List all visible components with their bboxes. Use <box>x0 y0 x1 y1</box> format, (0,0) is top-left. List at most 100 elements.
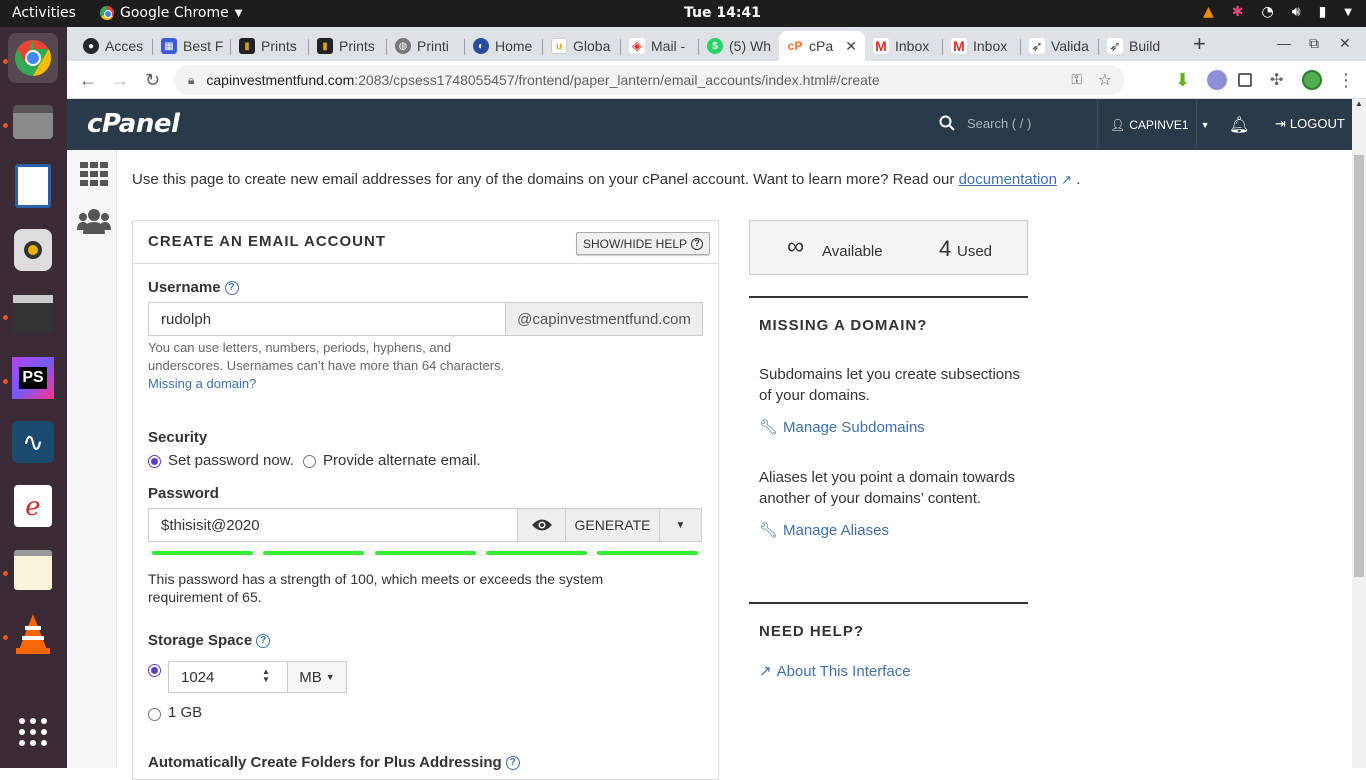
generate-options-button[interactable]: ▼ <box>659 508 702 542</box>
alternate-email-label[interactable]: Provide alternate email. <box>323 452 481 469</box>
storage-input[interactable]: 1024 <box>168 661 288 693</box>
battery-icon[interactable]: ▮ <box>1319 4 1327 20</box>
notepad-icon <box>14 550 52 590</box>
users-icon[interactable] <box>77 208 111 234</box>
dock-video-editor[interactable] <box>8 289 58 339</box>
tab[interactable]: $ (5) Wh <box>699 31 777 61</box>
slack-tray-icon[interactable]: ✱ <box>1232 4 1244 20</box>
stepper-icon[interactable]: ▲ ▼ <box>262 668 270 684</box>
cpanel-search[interactable]: Search ( / ) <box>939 115 1031 131</box>
storage-custom-radio[interactable] <box>148 664 161 677</box>
dolphin-icon: ∿ <box>12 421 54 463</box>
forward-icon[interactable]: → <box>111 70 129 91</box>
external-link-icon[interactable]: ↗ <box>1061 172 1072 187</box>
manage-aliases-link[interactable]: 🔧︎ Manage Aliases <box>759 521 889 540</box>
key-icon[interactable]: ⚿ <box>1071 71 1082 88</box>
tab[interactable]: ▦ Best F <box>153 31 231 61</box>
dock-vlc[interactable] <box>8 609 58 659</box>
user-menu[interactable]: 👤︎ CAPINVE1 ▼ <box>1097 99 1210 150</box>
show-apps-button[interactable] <box>8 707 58 757</box>
dock: PS ∿ ℯ <box>0 27 67 768</box>
tab[interactable]: u Globa <box>543 31 621 61</box>
volume-icon[interactable]: 🔊︎ <box>1292 4 1301 20</box>
vlc-tray-icon[interactable]: ▲ <box>1203 4 1214 20</box>
caret-down-icon: ▼ <box>1200 119 1210 130</box>
tab[interactable]: ◈ Mail - <box>621 31 699 61</box>
new-tab-button[interactable]: + <box>1193 31 1206 57</box>
menu-icon[interactable]: ⋮ <box>1337 70 1355 91</box>
tab[interactable]: ● Acces <box>75 31 153 61</box>
toggle-visibility-button[interactable] <box>517 508 566 542</box>
app-menu[interactable]: Google Chrome ▼ <box>100 5 242 21</box>
activities-button[interactable]: Activities <box>12 5 76 21</box>
set-password-radio[interactable] <box>148 455 161 468</box>
maximize-button[interactable]: ⧉ <box>1309 35 1319 52</box>
about-interface-link[interactable]: ↗ About This Interface <box>759 662 911 681</box>
dock-chrome[interactable] <box>8 33 58 83</box>
manage-subdomains-link[interactable]: 🔧︎ Manage Subdomains <box>759 418 925 437</box>
download-extension-icon[interactable]: ⬇ <box>1175 70 1195 90</box>
tab[interactable]: ▮ Prints <box>309 31 387 61</box>
dock-document-viewer[interactable]: ℯ <box>8 481 58 531</box>
cpanel-logo[interactable]: cPanel <box>87 109 180 139</box>
eye-icon <box>531 519 552 531</box>
tab-active[interactable]: cP cPa ✕ <box>779 31 865 61</box>
set-password-label[interactable]: Set password now. <box>168 452 294 469</box>
storage-1gb-radio[interactable] <box>148 708 161 721</box>
avatar[interactable] <box>1302 70 1322 90</box>
tab[interactable]: M Inbox <box>943 31 1021 61</box>
missing-domain-link[interactable]: Missing a domain? <box>148 375 256 393</box>
scrollbar-thumb[interactable] <box>1354 155 1364 577</box>
reader-icon[interactable] <box>1238 73 1252 87</box>
chevron-down-icon: ▼ <box>234 7 243 19</box>
printshop-icon: ▮ <box>239 38 255 54</box>
alternate-email-radio[interactable] <box>303 455 316 468</box>
tab[interactable]: ◍ Printi <box>387 31 465 61</box>
chevron-down-icon[interactable]: ▼ <box>1344 7 1352 18</box>
page-scrollbar[interactable]: ▲ <box>1352 99 1366 768</box>
clock[interactable]: Tue 14:41 <box>684 5 761 21</box>
dock-text-editor[interactable] <box>8 545 58 595</box>
caret-down-icon: ▼ <box>675 519 686 531</box>
wifi-icon[interactable]: ◔ <box>1262 4 1274 20</box>
minimize-button[interactable]: — <box>1277 35 1291 51</box>
logout-button[interactable]: ⇥ LOGOUT <box>1275 116 1345 132</box>
dock-writer[interactable] <box>8 161 58 211</box>
star-icon[interactable]: ☆ <box>1098 70 1112 90</box>
tab[interactable]: M Inbox <box>865 31 943 61</box>
back-icon[interactable]: ← <box>79 70 97 91</box>
dock-mysql-workbench[interactable]: ∿ <box>8 417 58 467</box>
address-bar[interactable]: 🔒︎ capinvestmentfund.com:2083/cpsess1748… <box>174 65 1124 95</box>
storage-unit-select[interactable]: MB ▼ <box>287 661 347 693</box>
documentation-link[interactable]: documentation <box>959 171 1057 188</box>
show-hide-help-button[interactable]: SHOW/HIDE HELP ? <box>576 232 711 255</box>
puzzle-icon[interactable]: ✣ <box>1270 70 1283 90</box>
scroll-up-icon[interactable]: ▲ <box>1355 99 1363 108</box>
bell-icon[interactable]: 🔔︎ <box>1229 115 1249 135</box>
reload-icon[interactable]: ↻ <box>145 70 160 91</box>
extension-icon[interactable] <box>1207 70 1227 90</box>
intro-text: Use this page to create new email addres… <box>132 171 1081 188</box>
tab[interactable]: ➶ Valida <box>1021 31 1099 61</box>
grid-icon[interactable] <box>80 162 108 186</box>
generate-button[interactable]: GENERATE <box>565 508 660 542</box>
password-input[interactable]: $thisisit@2020 <box>148 508 518 542</box>
printshop-icon: ▮ <box>317 38 333 54</box>
window-close-button[interactable]: ✕ <box>1339 35 1351 52</box>
username-input[interactable]: rudolph <box>148 302 506 336</box>
system-tray[interactable]: ▲ ✱ ◔ 🔊︎ ▮ ▼ <box>1203 4 1352 20</box>
tab[interactable]: ➶ Build <box>1099 31 1177 61</box>
dock-files[interactable] <box>8 97 58 147</box>
lock-icon[interactable]: 🔒︎ <box>188 73 194 88</box>
help-icon[interactable]: ? <box>256 634 271 649</box>
help-icon[interactable]: ? <box>224 281 239 296</box>
search-input[interactable]: Search ( / ) <box>967 116 1031 131</box>
storage-1gb-label[interactable]: 1 GB <box>168 704 202 721</box>
whatsapp-icon: $ <box>707 38 723 54</box>
tab[interactable]: ▮ Prints <box>231 31 309 61</box>
dock-rhythmbox[interactable] <box>8 225 58 275</box>
tab[interactable]: ◐ Home <box>465 31 543 61</box>
close-icon[interactable]: ✕ <box>845 38 857 55</box>
user-name: CAPINVE1 <box>1129 117 1189 132</box>
dock-phpstorm[interactable]: PS <box>8 353 58 403</box>
